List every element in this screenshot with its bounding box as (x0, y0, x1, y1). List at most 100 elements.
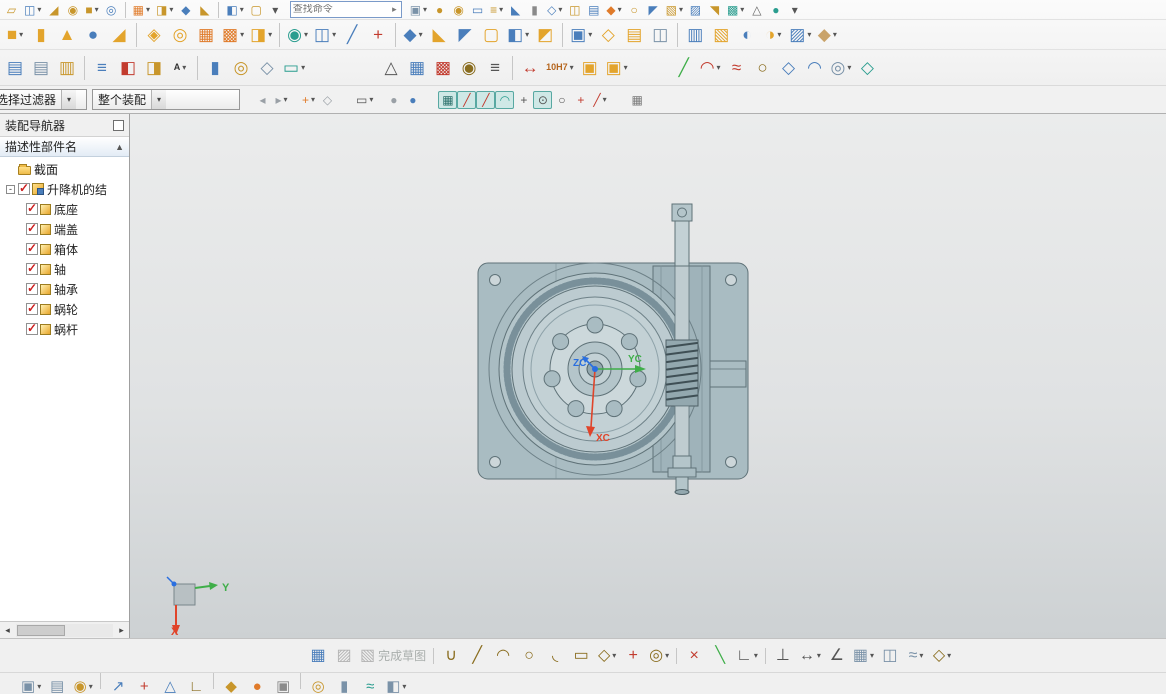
feature-group-mini[interactable]: ▣ ▾ (407, 1, 430, 19)
snap-quadrant-point[interactable]: ○ (552, 91, 571, 109)
object-display[interactable]: ◨ (141, 54, 167, 81)
dropdown-caret-icon[interactable]: ▾ (588, 30, 592, 39)
dropdown-caret-icon[interactable]: ▾ (847, 63, 851, 72)
dropdown-caret-icon[interactable]: ▾ (919, 651, 923, 660)
snap-endpoint[interactable]: ╱ (457, 90, 477, 109)
mirror-assembly[interactable]: ◫ (647, 21, 673, 48)
angle-dimension[interactable]: ∠ (824, 642, 850, 669)
split-body[interactable]: ◩ (532, 21, 558, 48)
sphere[interactable]: ● (80, 21, 106, 48)
cone[interactable]: ▲ (54, 21, 80, 48)
datum-axis[interactable]: ╱ (339, 21, 365, 48)
sphere-mini[interactable]: ● (430, 1, 449, 19)
line-curve[interactable]: ╱ (671, 54, 697, 81)
route-bottom[interactable]: ≈ (357, 673, 383, 694)
block[interactable]: ■ ▾ (2, 21, 28, 48)
more-feature-mini[interactable]: ▾ (266, 1, 285, 19)
snap-grid-point[interactable]: ▦ (438, 90, 458, 109)
dropdown-caret-icon[interactable]: ▾ (570, 63, 574, 72)
spring-tool[interactable]: ▮ (202, 54, 228, 81)
trim-body[interactable]: ◧ ▾ (504, 21, 532, 48)
panel-undock-icon[interactable] (113, 119, 124, 131)
snap-arc-center[interactable]: ⊙ (533, 90, 553, 109)
cable-tool[interactable]: ◎ (228, 54, 254, 81)
synchronous-mini[interactable]: ▩ ▾ (724, 1, 747, 19)
split-body-mini[interactable]: ◤ (644, 1, 663, 19)
dropdown-caret-icon[interactable]: ▾ (19, 30, 23, 39)
sketch-preferences[interactable]: ▨ (331, 642, 357, 669)
dropdown-caret-icon[interactable]: ▾ (89, 682, 93, 691)
quick-trim[interactable]: × (681, 642, 707, 669)
section-tool[interactable]: ▭ ▾ (280, 54, 308, 81)
view-triad[interactable]: Y X (166, 576, 230, 638)
dropdown-caret-icon[interactable]: ▾ (311, 95, 315, 104)
assembly-model[interactable] (477, 203, 749, 495)
dropdown-caret-icon[interactable]: ▾ (301, 63, 305, 72)
extract-geometry[interactable]: ▤ (2, 54, 28, 81)
point[interactable]: + (620, 642, 646, 669)
sew-mini[interactable]: ◇ ▾ (544, 1, 565, 19)
quick-extend[interactable]: ╲ (707, 642, 733, 669)
solid-bottom[interactable]: ◧ ▾ (383, 673, 409, 694)
search-button-icon[interactable]: ▸ (390, 4, 399, 15)
through-curves[interactable]: ◑ ▾ (760, 21, 786, 48)
shell-mini[interactable]: ▢ (247, 1, 266, 19)
dropdown-caret-icon[interactable]: ▾ (419, 30, 423, 39)
fillet[interactable]: ◟ (542, 642, 568, 669)
mirror-curve[interactable]: ◫ (877, 642, 903, 669)
more-mini[interactable]: ▾ (785, 1, 804, 19)
part-family-table[interactable]: ▦ (404, 54, 430, 81)
make-corner[interactable]: ∟ ▾ (733, 642, 761, 669)
patch-mini[interactable]: ◫ (565, 1, 584, 19)
dropdown-caret-icon[interactable]: ▾ (240, 5, 244, 14)
dropdown-caret-icon[interactable]: ▾ (603, 95, 607, 104)
studio-surface[interactable]: ▨ ▾ (786, 21, 814, 48)
component-checkbox[interactable]: ✓ (18, 181, 30, 195)
dropdown-caret-icon[interactable]: ▾ (558, 5, 562, 14)
navigator-column-header[interactable]: 描述性部件名 ▲ (0, 137, 129, 157)
shell[interactable]: ▢ (478, 21, 504, 48)
sketch-pattern[interactable]: ▦ ▾ (850, 642, 877, 669)
revolve-mini[interactable]: ◉ (63, 1, 82, 19)
tree-item-0[interactable]: 截面 (0, 159, 129, 179)
draft[interactable]: ◤ (452, 21, 478, 48)
dropdown-caret-icon[interactable]: ▾ (754, 651, 758, 660)
scroll-right-icon[interactable]: ▸ (114, 625, 129, 636)
dropdown-caret-icon[interactable]: ▾ (612, 651, 616, 660)
stack-tolerance[interactable]: ▣ (577, 54, 603, 81)
unite-mini[interactable]: ◨ ▾ (153, 1, 176, 19)
closed-curve[interactable]: ○ (750, 54, 776, 81)
wrap-geometry-mini[interactable]: ○ (625, 1, 644, 19)
more-surface[interactable]: ◆ ▾ (814, 21, 840, 48)
journal[interactable]: ▥ (54, 54, 80, 81)
assembly-constraints[interactable]: ▣ ▾ (567, 21, 595, 48)
component-checkbox[interactable]: ✓ (26, 321, 38, 335)
bounded-plane[interactable]: ◐ (734, 21, 760, 48)
sort-ascending-icon[interactable]: ▲ (115, 142, 124, 152)
component-checkbox[interactable]: ✓ (26, 241, 38, 255)
create-sketch-mini[interactable]: ▱ (2, 1, 21, 19)
tree-item-4[interactable]: ✓ 箱体 (0, 239, 129, 259)
filter-forward[interactable]: ▸ ▾ (272, 91, 291, 109)
pattern-bottom[interactable]: ◆ (218, 673, 244, 694)
tree-item-1[interactable]: - ✓ 升降机的结 (0, 179, 129, 199)
oriented-sketch-view[interactable]: ▦ (305, 642, 331, 669)
dropdown-caret-icon[interactable]: ▾ (284, 95, 288, 104)
snap-handles[interactable]: + ▾ (299, 91, 318, 109)
profile[interactable]: ∪ (438, 642, 464, 669)
chevron-down-icon[interactable]: ▾ (61, 90, 77, 109)
dropdown-caret-icon[interactable]: ▾ (369, 95, 373, 104)
edit-display[interactable]: ◧ (115, 54, 141, 81)
rib-mini[interactable]: ≡ ▾ (487, 1, 506, 19)
selection-scope-combo[interactable]: 整个装配 ▾ (92, 89, 240, 110)
auto-dimension[interactable]: ↔ ▾ (796, 642, 824, 669)
selection-filter-combo[interactable]: 选择过滤器 ▾ (0, 89, 87, 110)
exploded-view[interactable]: ▤ (44, 673, 70, 694)
dropdown-caret-icon[interactable]: ▾ (817, 651, 821, 660)
command-finder-search[interactable]: ▸ (289, 1, 402, 18)
line[interactable]: ╱ (464, 642, 490, 669)
tube-bottom[interactable]: ▮ (331, 673, 357, 694)
component-checkbox[interactable]: ✓ (26, 281, 38, 295)
move-bottom[interactable]: ↗ (105, 673, 131, 694)
dropdown-caret-icon[interactable]: ▾ (402, 682, 406, 691)
